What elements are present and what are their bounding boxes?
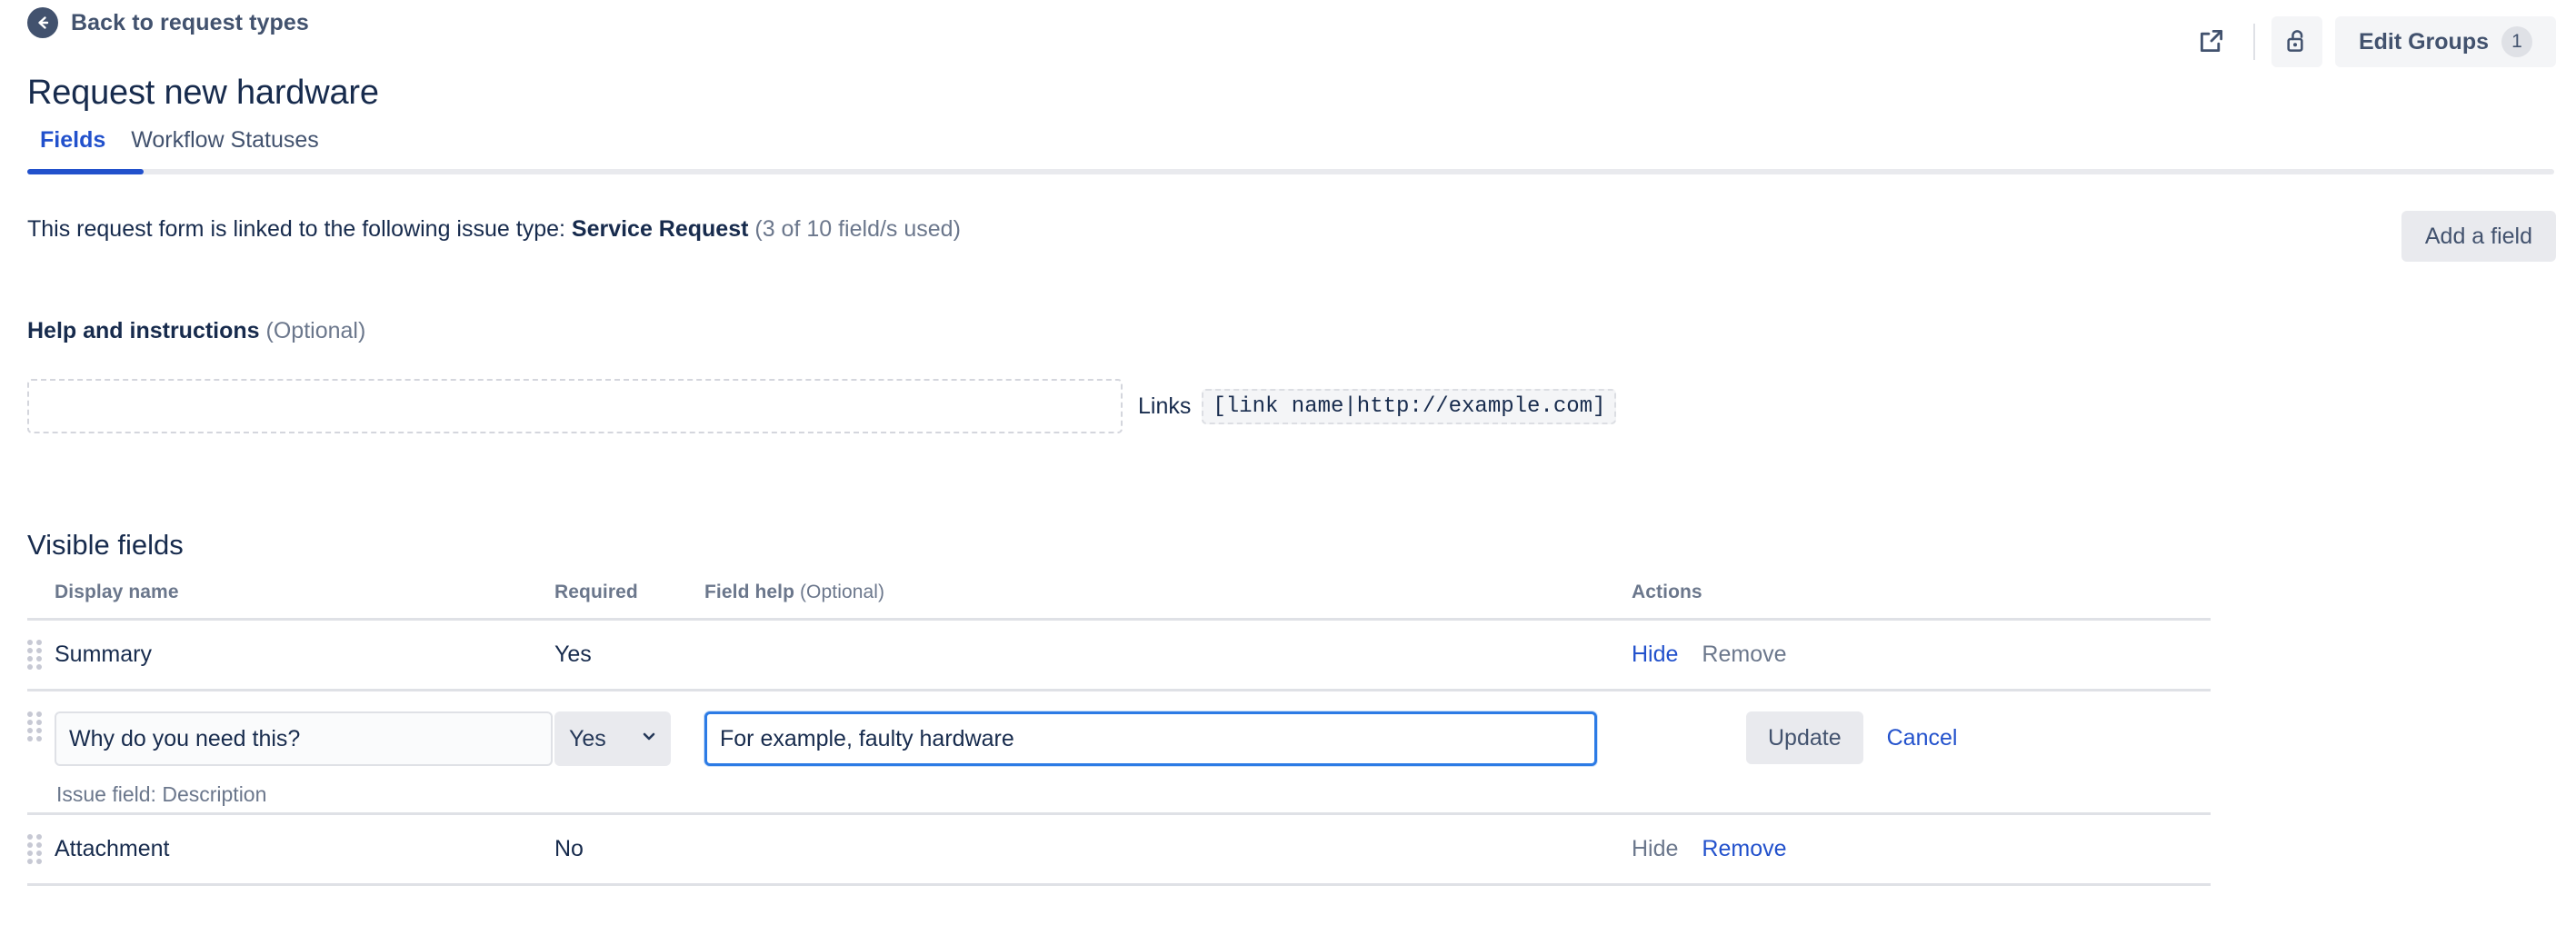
external-link-icon-button[interactable] (2186, 16, 2237, 67)
edit-row-actions: Update Cancel (1632, 711, 2211, 764)
edit-groups-label: Edit Groups (2359, 29, 2489, 55)
help-heading-text: Help and instructions (27, 318, 260, 343)
required-select[interactable]: Yes No (554, 711, 671, 766)
tab-active-indicator (27, 169, 144, 174)
help-heading-optional: (Optional) (260, 318, 366, 343)
arrow-left-icon (27, 7, 58, 38)
row-display-name: Summary (55, 642, 554, 668)
row-actions: Hide Remove (1632, 836, 2211, 862)
issue-field-note: Issue field: Description (56, 782, 554, 807)
links-label: Links (1138, 393, 1191, 420)
field-help-input[interactable] (704, 711, 1597, 766)
header-actions: Edit Groups 1 (2186, 16, 2556, 67)
row-actions: Hide Remove (1632, 642, 2211, 668)
column-header-actions: Actions (1632, 582, 2211, 603)
help-instructions-textarea[interactable] (27, 379, 1123, 433)
unlock-icon-button[interactable] (2271, 16, 2322, 67)
row-display-name: Attachment (55, 836, 554, 862)
tab-underline-track (27, 169, 2554, 174)
display-name-input[interactable] (55, 711, 553, 766)
links-format-code: [link name|http://example.com] (1202, 389, 1616, 424)
links-hint: Links [link name|http://example.com] (1138, 379, 1616, 433)
field-help-text: Field help (704, 582, 794, 602)
drag-handle-cell (27, 834, 55, 865)
row-required: Yes (554, 642, 704, 668)
visible-fields-table: Display name Required Field help (Option… (27, 582, 2211, 886)
page-title: Request new hardware (27, 74, 379, 113)
hide-field-button[interactable]: Hide (1632, 642, 1678, 668)
edit-required-cell: Yes No (554, 711, 704, 766)
drag-handle-cell (27, 640, 55, 671)
tab-bar: Fields Workflow Statuses (0, 127, 2576, 166)
drag-handle-icon[interactable] (27, 834, 42, 865)
edit-groups-count-badge: 1 (2501, 26, 2532, 57)
request-type-fields-page: Back to request types Request new hardwa… (0, 0, 2576, 945)
edit-groups-button[interactable]: Edit Groups 1 (2335, 16, 2556, 67)
drag-handle-cell (27, 711, 55, 742)
table-row: Attachment No Hide Remove (27, 815, 2211, 886)
linked-prefix: This request form is linked to the follo… (27, 216, 572, 242)
add-a-field-button[interactable]: Add a field (2401, 211, 2556, 262)
remove-field-button[interactable]: Remove (1702, 642, 1786, 668)
table-header-row: Display name Required Field help (Option… (27, 582, 2211, 621)
column-header-display-name: Display name (55, 582, 554, 603)
remove-field-button[interactable]: Remove (1702, 836, 1786, 862)
linked-issue-type: Service Request (572, 216, 749, 242)
drag-handle-icon[interactable] (27, 640, 42, 671)
update-button[interactable]: Update (1746, 711, 1863, 764)
edit-display-name-cell: Issue field: Description (55, 711, 554, 807)
column-header-required: Required (554, 582, 704, 603)
drag-handle-icon[interactable] (27, 711, 42, 742)
tab-fields[interactable]: Fields (27, 127, 118, 166)
edit-field-help-cell (704, 711, 1632, 766)
table-row-editing: Issue field: Description Yes No (27, 691, 2211, 815)
cancel-button[interactable]: Cancel (1887, 725, 1958, 751)
row-required: No (554, 836, 704, 862)
linked-issue-type-text: This request form is linked to the follo… (27, 216, 961, 243)
external-link-icon (2196, 25, 2227, 59)
visible-fields-heading: Visible fields (27, 529, 184, 562)
unlock-icon (2282, 26, 2311, 58)
tab-workflow-statuses[interactable]: Workflow Statuses (118, 127, 332, 166)
linked-usage: (3 of 10 field/s used) (748, 216, 960, 242)
field-help-optional: (Optional) (794, 582, 884, 602)
table-row: Summary Yes Hide Remove (27, 621, 2211, 691)
column-header-field-help: Field help (Optional) (704, 582, 1632, 603)
back-link-label: Back to request types (71, 10, 309, 36)
header-divider (2253, 24, 2255, 60)
help-and-instructions-heading: Help and instructions (Optional) (27, 318, 365, 344)
hide-field-button[interactable]: Hide (1632, 836, 1678, 862)
back-to-request-types-link[interactable]: Back to request types (27, 7, 309, 38)
